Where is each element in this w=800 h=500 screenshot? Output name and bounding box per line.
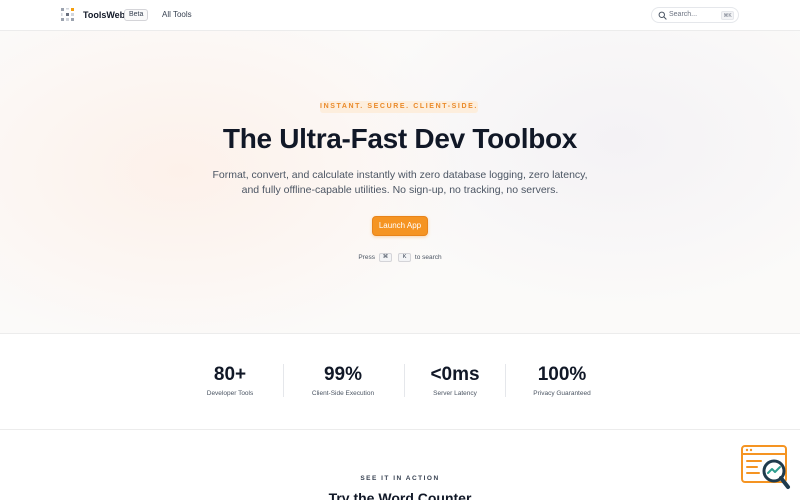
stat-client-side: 99% Client-Side Execution <box>293 364 393 397</box>
hero-subtitle-line-2: and fully offline-capable utilities. No … <box>241 184 559 196</box>
stat-server-latency: <0ms Server Latency <box>405 364 505 397</box>
stat-label: Server Latency <box>433 390 477 397</box>
stat-value: 80+ <box>213 364 247 385</box>
search-hint: Press ⌘ K to search <box>0 253 800 262</box>
search-input[interactable]: Search... ⌘K <box>651 7 739 23</box>
stat-value: <0ms <box>430 364 480 385</box>
search-hint-suffix: to search <box>414 254 442 262</box>
grid-logo-icon[interactable] <box>60 7 75 22</box>
stat-label: Developer Tools <box>206 390 254 397</box>
stat-developer-tools: 80+ Developer Tools <box>180 364 280 397</box>
search-shortcut-badge: ⌘K <box>721 11 734 20</box>
beta-badge: Beta <box>124 9 149 21</box>
demo-section: SEE IT IN ACTION Try the Word Counter <box>0 431 800 500</box>
stat-label: Client-Side Execution <box>311 390 375 397</box>
hero-title: The Ultra-Fast Dev Toolbox <box>222 123 578 154</box>
demo-eyebrow: SEE IT IN ACTION <box>360 475 440 482</box>
hero-section: INSTANT. SECURE. CLIENT-SIDE. The Ultra-… <box>0 31 800 334</box>
stat-divider <box>283 364 284 397</box>
hero-subtitle-line-1: Format, convert, and calculate instantly… <box>212 169 588 181</box>
stat-value: 100% <box>537 364 587 385</box>
search-placeholder: Search... <box>669 11 698 18</box>
stat-privacy: 100% Privacy Guaranteed <box>512 364 612 397</box>
launch-app-button[interactable]: Launch App <box>372 216 428 236</box>
stat-divider <box>505 364 506 397</box>
search-analytics-icon[interactable] <box>741 444 791 490</box>
hero-subtitle: Format, convert, and calculate instantly… <box>200 168 600 198</box>
demo-title: Try the Word Counter <box>328 490 472 500</box>
search-icon <box>658 11 667 20</box>
hero-eyebrow: INSTANT. SECURE. CLIENT-SIDE. <box>320 101 478 113</box>
stat-value: 99% <box>323 364 363 385</box>
stat-label: Privacy Guaranteed <box>533 390 591 397</box>
cmd-key: ⌘ <box>378 253 393 262</box>
search-hint-prefix: Press <box>358 254 375 262</box>
stats-section: 80+ Developer Tools 99% Client-Side Exec… <box>0 334 800 430</box>
brand-name[interactable]: ToolsWeb <box>83 10 125 20</box>
top-nav-bar: ToolsWeb Beta All Tools Search... ⌘K <box>0 0 800 31</box>
k-key: K <box>398 253 412 262</box>
nav-all-tools-link[interactable]: All Tools <box>162 10 192 19</box>
